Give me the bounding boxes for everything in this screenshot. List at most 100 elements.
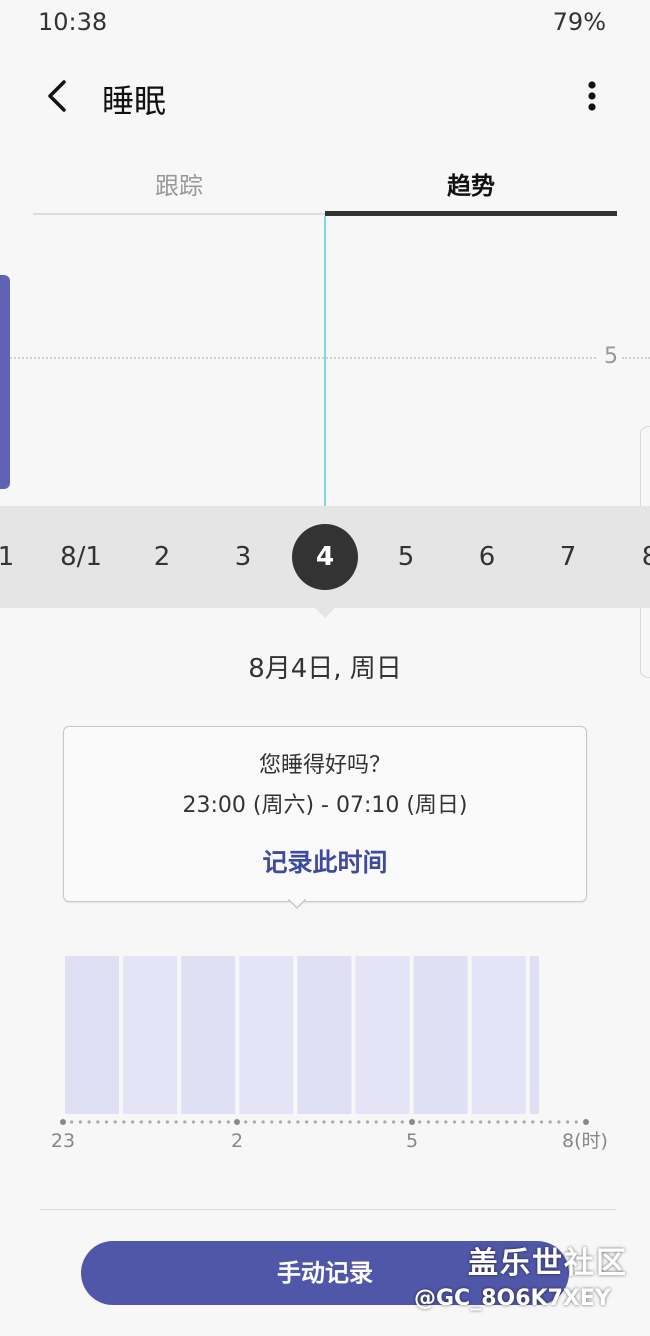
axis-dot bbox=[339, 1120, 343, 1124]
axis-dot bbox=[174, 1120, 178, 1124]
selected-date-label: 8月4日, 周日 bbox=[248, 654, 402, 684]
axis-dot bbox=[87, 1120, 91, 1124]
axis-dot bbox=[331, 1120, 335, 1124]
axis-dot bbox=[209, 1120, 213, 1124]
axis-dot bbox=[574, 1120, 578, 1124]
axis-dot bbox=[557, 1120, 561, 1124]
sleep-bar bbox=[239, 956, 294, 1114]
axis-dot bbox=[96, 1120, 100, 1124]
axis-dot bbox=[548, 1120, 552, 1124]
x-tick-label: 2 bbox=[231, 1130, 243, 1152]
axis-dot bbox=[365, 1120, 370, 1124]
battery-level: 79% bbox=[552, 8, 606, 36]
tab-track[interactable]: 跟踪 bbox=[33, 166, 325, 201]
sleep-bar bbox=[413, 956, 468, 1114]
axis-tick bbox=[60, 1119, 66, 1125]
axis-dot bbox=[505, 1120, 509, 1124]
axis-dot bbox=[461, 1120, 465, 1124]
axis-dot bbox=[305, 1120, 309, 1124]
date-item[interactable]: 2 bbox=[122, 506, 202, 608]
more-vertical-icon bbox=[588, 81, 596, 111]
sleep-bar bbox=[297, 956, 352, 1114]
axis-dot bbox=[261, 1120, 265, 1124]
axis-dot bbox=[122, 1120, 126, 1124]
axis-dot bbox=[113, 1120, 117, 1124]
axis-dot bbox=[496, 1120, 500, 1124]
sleep-record-card: 您睡得好吗？ 23:00 (周六) - 07:10 (周日) 记录此时间 bbox=[63, 726, 587, 902]
date-item[interactable]: 8/1 bbox=[41, 506, 121, 608]
selection-cursor-line bbox=[324, 216, 326, 508]
tab-underline bbox=[33, 213, 325, 215]
watermark-name: 盖乐世社区 bbox=[468, 1246, 628, 1281]
status-time: 10:38 bbox=[38, 8, 108, 36]
axis-dot bbox=[139, 1120, 143, 1124]
axis-dot bbox=[418, 1120, 422, 1124]
gridline-label: 5 bbox=[604, 344, 618, 369]
x-tick-label: 23 bbox=[51, 1130, 75, 1152]
axis-dot bbox=[70, 1120, 74, 1124]
back-arrow-icon bbox=[48, 80, 66, 112]
axis-dot bbox=[322, 1120, 326, 1124]
axis-dot bbox=[383, 1120, 387, 1124]
axis-dot bbox=[566, 1120, 570, 1124]
axis-dot bbox=[479, 1120, 483, 1124]
axis-dot bbox=[392, 1120, 396, 1124]
axis-dot bbox=[252, 1120, 256, 1124]
back-button[interactable] bbox=[38, 72, 82, 120]
axis-dot bbox=[78, 1120, 82, 1124]
date-selector[interactable]: 1 8/1 2 3 4 5 6 7 8 bbox=[0, 506, 650, 608]
axis-dot bbox=[539, 1120, 544, 1124]
sleep-stage-chart: 23 2 5 8(时) bbox=[51, 956, 608, 1152]
page-title: 睡眠 bbox=[102, 82, 167, 120]
x-tick-label: 8(时) bbox=[562, 1130, 608, 1152]
trend-bar[interactable] bbox=[0, 275, 10, 489]
axis-dot bbox=[444, 1120, 448, 1124]
sleep-bar bbox=[181, 956, 236, 1114]
date-item[interactable]: 5 bbox=[366, 506, 446, 608]
axis-dot bbox=[531, 1120, 535, 1124]
axis-dot bbox=[470, 1120, 474, 1124]
axis-dot bbox=[131, 1120, 135, 1124]
axis-dot bbox=[287, 1120, 291, 1124]
more-options-button[interactable] bbox=[576, 72, 608, 120]
axis-dot bbox=[104, 1120, 109, 1124]
sleep-question: 您睡得好吗？ bbox=[258, 753, 391, 778]
x-tick-label: 5 bbox=[406, 1130, 418, 1152]
axis-dot bbox=[191, 1120, 196, 1124]
axis-dot bbox=[522, 1120, 526, 1124]
date-item[interactable]: 4 bbox=[285, 506, 365, 608]
date-item[interactable]: 7 bbox=[528, 506, 608, 608]
axis-dot bbox=[452, 1120, 457, 1124]
sleep-bar bbox=[529, 956, 539, 1114]
date-item[interactable]: 1 bbox=[0, 506, 46, 608]
date-item[interactable]: 3 bbox=[203, 506, 283, 608]
date-item[interactable]: 8 bbox=[610, 506, 650, 608]
card-pointer bbox=[288, 899, 306, 910]
axis-dot bbox=[487, 1120, 491, 1124]
axis-dot bbox=[513, 1120, 517, 1124]
axis-dot bbox=[244, 1120, 248, 1124]
axis-dot bbox=[374, 1120, 378, 1124]
axis-dot bbox=[148, 1120, 152, 1124]
axis-dot bbox=[348, 1120, 352, 1124]
tab-trend[interactable]: 趋势 bbox=[325, 166, 617, 201]
axis-dot bbox=[435, 1120, 439, 1124]
axis-dot bbox=[357, 1120, 361, 1124]
gridline-tick bbox=[622, 357, 650, 359]
axis-tick bbox=[583, 1119, 589, 1125]
axis-dot bbox=[183, 1120, 187, 1124]
axis-tick bbox=[409, 1119, 415, 1125]
date-item[interactable]: 6 bbox=[447, 506, 527, 608]
date-pointer bbox=[314, 607, 336, 618]
axis-dot bbox=[270, 1120, 274, 1124]
axis-dot bbox=[157, 1120, 161, 1124]
axis-dot bbox=[313, 1120, 317, 1124]
sleep-bar bbox=[471, 956, 526, 1114]
axis-dot bbox=[200, 1120, 204, 1124]
sleep-time-range: 23:00 (周六) - 07:10 (周日) bbox=[182, 793, 468, 818]
axis-dot bbox=[400, 1120, 404, 1124]
sleep-bar bbox=[65, 956, 119, 1114]
gridline bbox=[10, 357, 596, 359]
record-time-link[interactable]: 记录此时间 bbox=[64, 843, 586, 879]
axis-dot bbox=[218, 1120, 222, 1124]
